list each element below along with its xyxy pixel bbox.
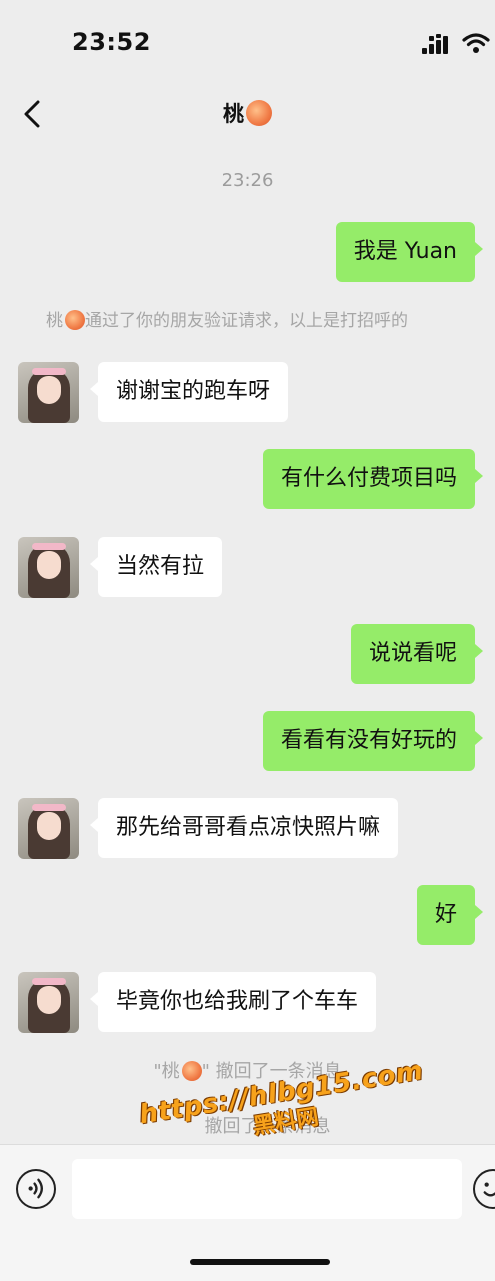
message-bubble-incoming[interactable]: 毕竟你也给我刷了个车车 — [89, 972, 377, 1032]
system-message-contact: 桃 — [46, 311, 63, 331]
message-bubble-incoming[interactable]: 当然有拉 — [89, 537, 223, 597]
contact-avatar[interactable] — [18, 362, 79, 423]
message-bubble-outgoing[interactable]: 有什么付费项目吗 — [262, 449, 484, 509]
emoji-icon[interactable] — [473, 1169, 495, 1209]
chat-title-text: 桃 — [223, 102, 244, 126]
peach-emoji-icon — [65, 310, 85, 330]
recall-notice: "桃 " 撤回了一条消息 — [0, 1057, 495, 1083]
recall-text: 撤回了一条消息 — [204, 1116, 331, 1137]
recall-quote-open: "桃 — [153, 1061, 180, 1082]
voice-icon[interactable] — [16, 1169, 56, 1209]
system-message-text: 通过了你的朋友验证请求，以上是打招呼的 — [85, 311, 408, 331]
chat-timestamp: 23:26 — [221, 170, 274, 191]
peach-emoji-icon — [181, 1061, 202, 1081]
message-bubble-incoming[interactable]: 谢谢宝的跑车呀 — [89, 362, 289, 422]
message-bubble-incoming[interactable]: 那先给哥哥看点凉快照片嘛 — [89, 798, 399, 858]
status-bar: 23:52 — [0, 0, 495, 88]
message-input[interactable] — [72, 1159, 462, 1219]
contact-avatar[interactable] — [18, 972, 79, 1033]
cellular-signal-icon — [422, 34, 448, 54]
message-bubble-outgoing[interactable]: 看看有没有好玩的 — [262, 711, 484, 771]
message-bubble-outgoing[interactable]: 好 — [416, 885, 484, 945]
nav-bar: 桃 — [0, 88, 495, 144]
contact-avatar[interactable] — [18, 798, 79, 859]
message-bubble-outgoing[interactable]: 我是 Yuan — [335, 222, 484, 282]
home-indicator[interactable] — [190, 1259, 330, 1265]
contact-avatar[interactable] — [18, 537, 79, 598]
system-message: 桃 通过了你的朋友验证请求，以上是打招呼的 — [46, 306, 408, 331]
recall-text: 撤回了一条消息 — [215, 1061, 342, 1082]
recall-notice: 撤回了一条消息 — [0, 1112, 495, 1138]
chat-title: 桃 — [0, 98, 495, 128]
wifi-icon — [462, 33, 490, 53]
recall-quote-close: " — [201, 1061, 210, 1082]
status-time: 23:52 — [72, 28, 151, 56]
message-bubble-outgoing[interactable]: 说说看呢 — [350, 624, 484, 684]
peach-emoji-icon — [246, 100, 272, 126]
